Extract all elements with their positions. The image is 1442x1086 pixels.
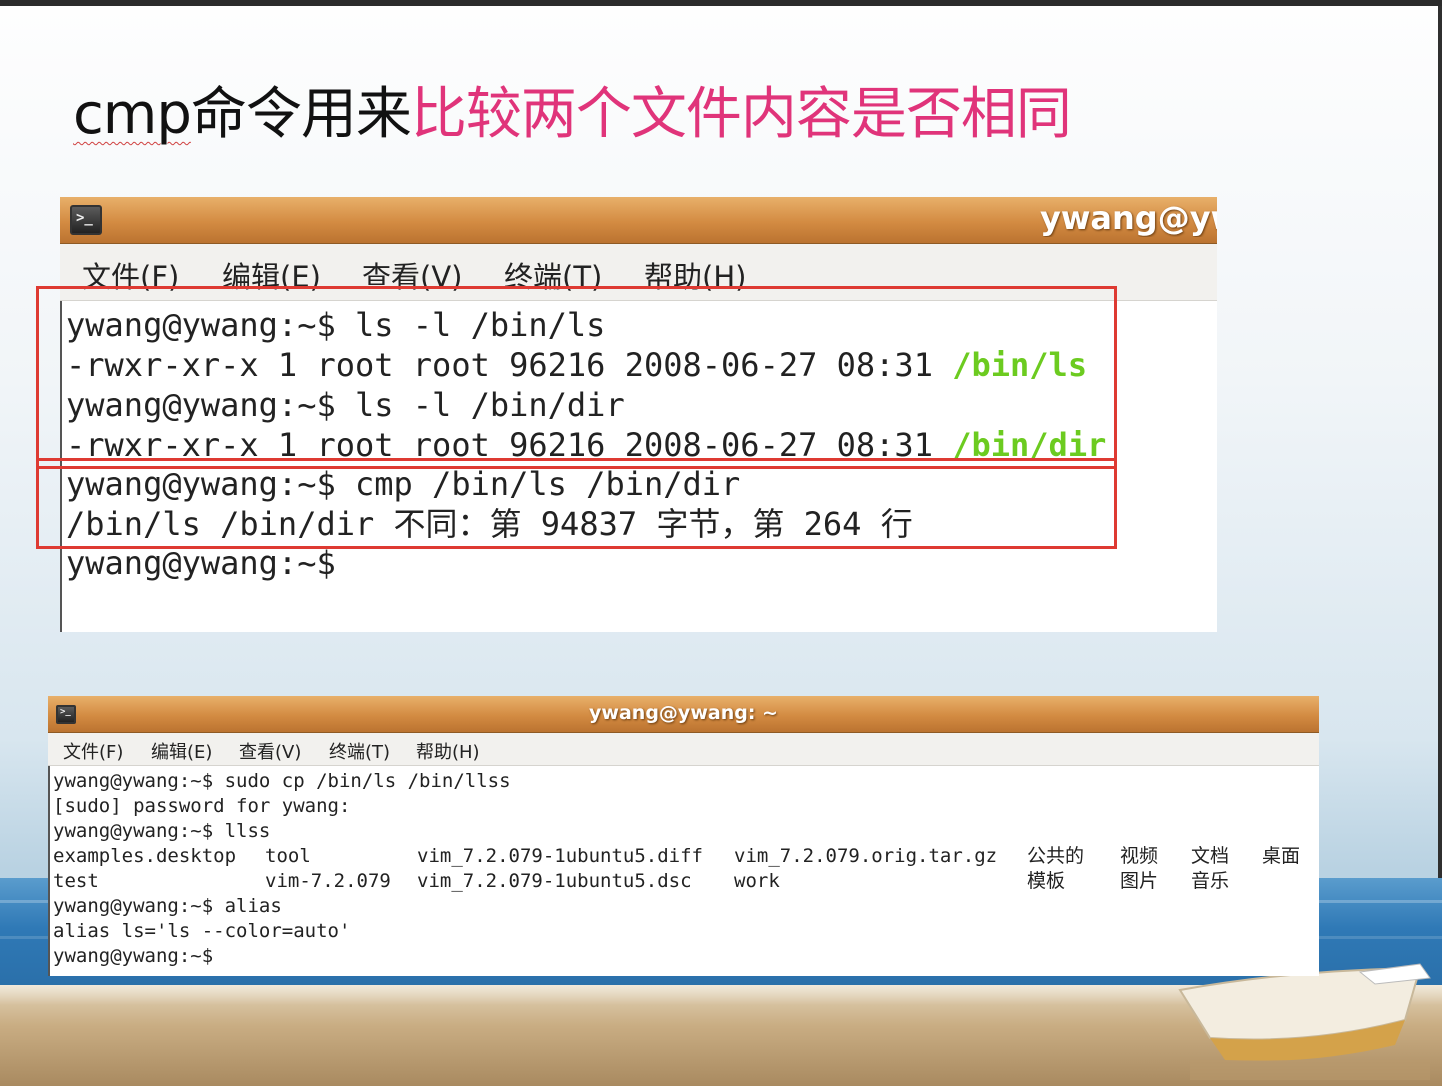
highlight-box-cmp [36, 458, 1117, 549]
terminal-prompt: ywang@ywang:~$ [53, 945, 214, 967]
title-highlight: 比较两个文件内容是否相同 [410, 82, 1072, 147]
title-text: 命令用来 [190, 82, 412, 147]
file-item: vim_7.2.079.orig.tar.gz [734, 845, 998, 867]
terminal-menubar: 文件(F) 编辑(E) 查看(V) 终端(T) 帮助(H) [48, 733, 1319, 766]
file-item: vim_7.2.079-1ubuntu5.diff [417, 845, 703, 867]
boat-image [1178, 963, 1431, 1080]
terminal-line: alias ls='ls --color=auto' [53, 920, 351, 942]
title-command: cmp [73, 82, 192, 147]
menu-help[interactable]: 帮助(H) [416, 738, 480, 764]
file-item: 文档 [1191, 845, 1230, 867]
file-item: examples.desktop [53, 845, 237, 867]
menu-file[interactable]: 文件(F) [63, 738, 123, 764]
menu-edit[interactable]: 编辑(E) [151, 738, 212, 764]
window-top-border [0, 0, 1442, 6]
file-item: test [53, 870, 99, 892]
file-item: 模板 [1027, 870, 1066, 892]
terminal-screen[interactable]: ywang@ywang:~$ sudo cp /bin/ls /bin/llss… [48, 766, 1319, 976]
file-item: 公共的 [1027, 845, 1085, 867]
file-item: 图片 [1120, 870, 1159, 892]
file-item: vim_7.2.079-1ubuntu5.dsc [417, 870, 692, 892]
file-item: 音乐 [1191, 870, 1230, 892]
terminal-title: ywang@yw [1040, 199, 1217, 237]
file-item: work [734, 870, 780, 892]
terminal-line: ywang@ywang:~$ sudo cp /bin/ls /bin/llss [53, 770, 511, 792]
menu-terminal[interactable]: 终端(T) [329, 738, 390, 764]
highlight-box-ls [36, 286, 1117, 469]
terminal-titlebar[interactable]: >_ ywang@ywang: ~ [48, 696, 1319, 733]
terminal-window: >_ ywang@ywang: ~ 文件(F) 编辑(E) 查看(V) 终端(T… [48, 696, 1319, 976]
terminal-line: ywang@ywang:~$ alias [53, 895, 282, 917]
terminal-titlebar[interactable]: >_ ywang@yw [60, 197, 1217, 244]
terminal-prompt: ywang@ywang:~$ [66, 544, 336, 582]
terminal-line: ywang@ywang:~$ llss [53, 820, 271, 842]
terminal-icon: >_ [70, 205, 102, 235]
menu-view[interactable]: 查看(V) [239, 738, 301, 764]
file-item: tool [265, 845, 311, 867]
file-item: 视频 [1120, 845, 1159, 867]
file-item: 桌面 [1262, 845, 1301, 867]
slide-title: cmp命令用来比较两个文件内容是否相同 [73, 80, 1072, 150]
file-item: vim-7.2.079 [265, 870, 391, 892]
terminal-line: [sudo] password for ywang: [53, 795, 351, 817]
terminal-title: ywang@ywang: ~ [589, 702, 778, 724]
